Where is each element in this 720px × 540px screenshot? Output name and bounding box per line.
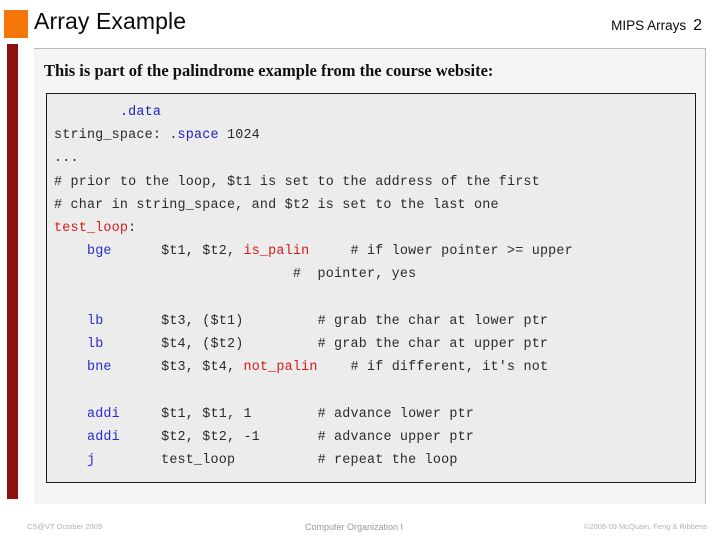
code-token: .space xyxy=(169,128,219,144)
code-token: ... xyxy=(54,476,79,482)
slide-number: 2 xyxy=(693,17,702,34)
code-token: addi xyxy=(86,406,120,422)
footer-attribution: CS@VT October 2009 xyxy=(27,522,103,531)
code-token: ... xyxy=(54,151,79,167)
code-token: lb xyxy=(86,313,104,329)
code-token: .data xyxy=(119,105,162,120)
code-token: $t3, ($t1) # grab the char at lower ptr xyxy=(103,313,549,329)
code-token: is_palin xyxy=(243,244,310,260)
code-token: : xyxy=(128,221,137,237)
code-token: test_loop xyxy=(54,221,129,237)
code-token: # if different, it's not xyxy=(317,360,549,376)
footer-course-name: Computer Organization I xyxy=(305,522,404,532)
code-token: $t1, $t1, 1 # advance lower ptr xyxy=(119,406,475,422)
code-token: string_space: xyxy=(54,128,170,144)
code-token: $t2, $t2, -1 # advance upper ptr xyxy=(119,429,475,445)
footer-copyright: ©2006-09 McQuain, Feng & Ribbens xyxy=(583,522,707,531)
intro-text: This is part of the palindrome example f… xyxy=(44,61,494,80)
code-token: bge xyxy=(86,244,112,260)
course-label: MIPS Arrays xyxy=(611,18,687,33)
code-listing: .data string_space: .space 1024 ... # pr… xyxy=(54,101,695,482)
code-token: bne xyxy=(86,360,112,376)
code-token: j xyxy=(86,453,96,469)
code-token: # prior to the loop, $t1 is set to the a… xyxy=(54,174,540,190)
code-token: 1024 xyxy=(218,128,260,144)
left-accent-rail xyxy=(7,44,18,499)
code-token: addi xyxy=(86,429,120,445)
code-block: .data string_space: .space 1024 ... # pr… xyxy=(46,93,696,483)
code-token: # if lower pointer >= upper xyxy=(309,244,573,260)
code-token: $t3, $t4, xyxy=(111,360,244,376)
accent-square-icon xyxy=(4,10,28,38)
slide-footer: CS@VT October 2009 Computer Organization… xyxy=(0,518,720,540)
code-token: lb xyxy=(86,337,104,353)
slide-body-panel: This is part of the palindrome example f… xyxy=(34,48,706,504)
code-token: # char in string_space, and $t2 is set t… xyxy=(54,197,499,213)
page-title: Array Example xyxy=(34,8,187,34)
code-token: test_loop # repeat the loop xyxy=(95,453,458,469)
header-course-info: MIPS Arrays 2 xyxy=(611,17,702,35)
code-token: not_palin xyxy=(243,360,318,376)
slide-header: Array Example MIPS Arrays 2 xyxy=(34,8,706,42)
code-token: $t4, ($t2) # grab the char at upper ptr xyxy=(103,337,549,353)
code-token: $t1, $t2, xyxy=(111,244,244,260)
code-token: # pointer, yes xyxy=(54,267,417,283)
